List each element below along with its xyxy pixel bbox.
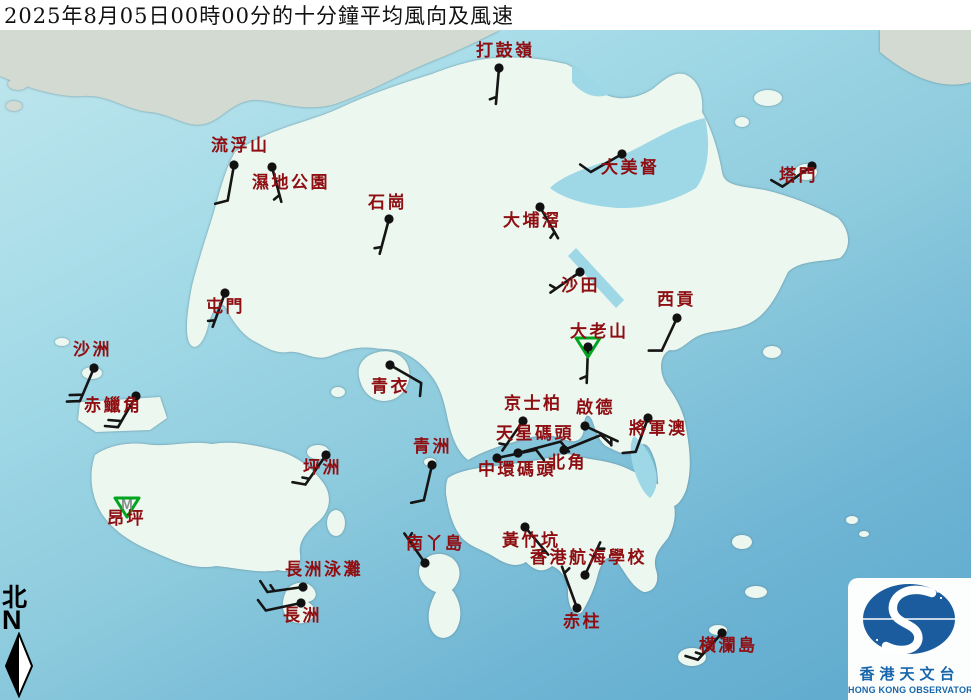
hko-name-english: HONG KONG OBSERVATORY (848, 685, 971, 695)
hei-ling-chau-islet (327, 510, 345, 536)
station-label: 青洲 (413, 436, 452, 457)
tung-lung-islet (732, 535, 752, 549)
station-label: 屯門 (206, 296, 245, 317)
kat-o-islet (754, 90, 782, 106)
station-marker[interactable] (385, 360, 394, 369)
hong-kong-land (55, 57, 869, 666)
hong-kong-map: 打鼓嶺流浮山濕地公園石崗 大美督 塔門大埔滘沙田屯門 西貢大老山沙洲赤鱲角 青衣京士柏啟… (0, 0, 971, 700)
station-label: 打鼓嶺 (476, 40, 535, 61)
station-marker[interactable] (427, 460, 436, 469)
station-label: 坪洲 (303, 458, 342, 478)
kau-sai-chau-islet (728, 289, 746, 321)
islet (8, 78, 28, 90)
hko-logo: 香港天文台 HONG KONG OBSERVATORY (848, 578, 971, 700)
station-marker[interactable] (267, 162, 276, 171)
mirs-bay-north-land (880, 30, 971, 85)
title-bar: 2025年8月05日00時00分的十分鐘平均風向及風速 (0, 0, 971, 30)
station-label: 京士柏 (504, 393, 563, 414)
station-marker[interactable] (89, 363, 98, 372)
ma-wan-islet (331, 387, 345, 397)
station-label: 赤鱲角 (84, 395, 143, 416)
station-label: 塔門 (779, 165, 818, 186)
ninepin-islet (859, 531, 869, 537)
station-marker[interactable] (583, 342, 592, 351)
station-label: 長洲 (283, 606, 322, 626)
station-label: 將軍澳 (629, 418, 688, 439)
station-label: 中環碼頭 (478, 459, 556, 480)
station-label: 沙田 (561, 276, 600, 296)
station-label: 天星碼頭 (496, 424, 574, 444)
station-marker[interactable] (420, 558, 429, 567)
station-label: 昂坪 (107, 509, 146, 529)
station-label: 濕地公園 (252, 172, 330, 193)
station-label: 西貢 (657, 290, 696, 310)
station-tap-mun: 塔門 (771, 161, 818, 186)
station-label: 赤柱 (563, 611, 602, 632)
station-label: 橫瀾島 (699, 635, 758, 656)
hko-name-chinese: 香港天文台 (848, 663, 971, 684)
station-label: 南丫島 (406, 533, 465, 554)
station-green-island: 青洲 (411, 436, 452, 503)
islet (763, 346, 781, 358)
station-label: 啟德 (576, 397, 615, 418)
station-label: 大老山 (570, 321, 629, 342)
station-label: 青衣 (371, 376, 410, 397)
station-label: 沙洲 (73, 340, 112, 360)
station-label: 石崗 (367, 193, 407, 213)
islet (55, 338, 69, 346)
map-title: 2025年8月05日00時00分的十分鐘平均風向及風速 (0, 0, 514, 30)
hko-emblem-icon (848, 578, 971, 658)
station-marker[interactable] (580, 570, 589, 579)
station-marker[interactable] (384, 214, 393, 223)
station-marker[interactable] (229, 160, 238, 169)
north-arrow-icon (2, 632, 36, 698)
islet (6, 101, 22, 111)
station-central-pier: 中環碼頭 (478, 450, 556, 480)
wind-map-app: 打鼓嶺流浮山濕地公園石崗 大美督 塔門大埔滘沙田屯門 西貢大老山沙洲赤鱲角 青衣京士柏啟… (0, 0, 971, 700)
station-marker[interactable] (494, 63, 503, 72)
islet (745, 586, 767, 598)
station-label: 長洲泳灘 (285, 559, 363, 580)
north-compass: 北 N (2, 586, 42, 698)
station-marker[interactable] (672, 313, 681, 322)
ninepin-islet (846, 516, 858, 524)
station-label: 香港航海學校 (530, 547, 647, 568)
islet (735, 117, 749, 127)
station-label: 大埔滘 (503, 210, 562, 231)
station-label: 北角 (548, 452, 587, 473)
station-label: 大美督 (601, 157, 660, 178)
station-marker[interactable] (580, 421, 589, 430)
station-label: 流浮山 (211, 135, 270, 156)
wind-barb (411, 465, 432, 503)
station-marker[interactable] (298, 582, 307, 591)
